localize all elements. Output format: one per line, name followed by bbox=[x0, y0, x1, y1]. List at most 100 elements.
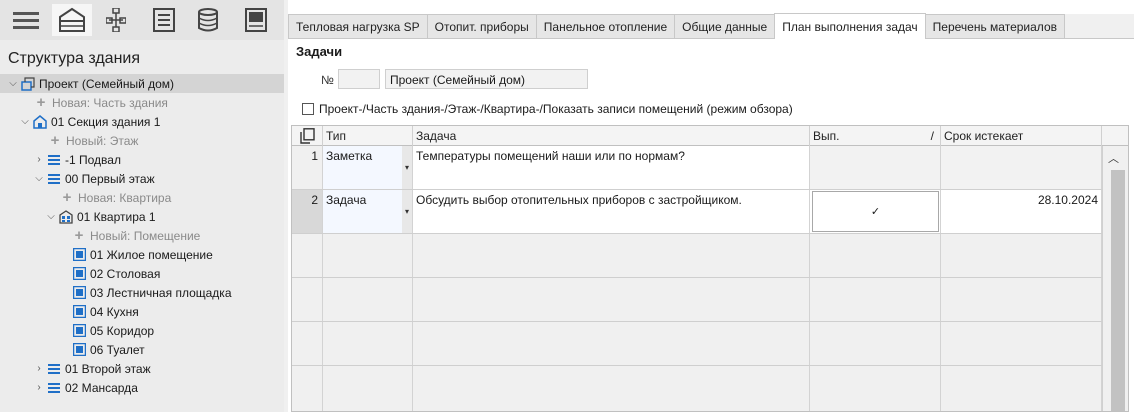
tab-heaters[interactable]: Отопит. приборы bbox=[426, 14, 537, 38]
tab-bar: Тепловая нагрузка SP Отопит. приборы Пан… bbox=[288, 13, 1134, 39]
room-icon bbox=[72, 286, 86, 300]
type-cell bbox=[323, 366, 413, 411]
tree-node-add-floor[interactable]: + Новый: Этаж bbox=[48, 131, 139, 150]
checkmark-icon: ✓ bbox=[870, 206, 881, 218]
tree-node-add-room[interactable]: + Новый: Помещение bbox=[72, 226, 201, 245]
project-field[interactable]: Проект (Семейный дом) bbox=[385, 69, 588, 89]
plus-icon: + bbox=[74, 227, 84, 244]
tree-node-room[interactable]: 01 Жилое помещение bbox=[72, 245, 213, 264]
tree-node-ground-floor[interactable]: ⌵ 00 Первый этаж bbox=[34, 169, 154, 188]
row-number: 1 bbox=[292, 146, 323, 189]
type-cell bbox=[323, 278, 413, 321]
show-records-row: Проект-/Часть здания-/Этаж-/Квартира-/По… bbox=[302, 102, 793, 116]
chevron-up-icon[interactable]: ︿ bbox=[1108, 150, 1119, 166]
project-icon bbox=[21, 76, 35, 91]
tab-panel-heating[interactable]: Панельное отопление bbox=[535, 14, 676, 38]
tree-node-apartment-1[interactable]: ⌵ 01 Квартира 1 bbox=[46, 207, 155, 226]
expand-icon[interactable]: › bbox=[34, 382, 44, 393]
type-cell[interactable]: Задача ▾ bbox=[323, 190, 413, 233]
plus-icon: + bbox=[62, 189, 72, 206]
grid-header: Тип Задача Вып. / Срок истекает bbox=[292, 126, 1128, 146]
due-cell bbox=[941, 278, 1102, 321]
tab-task-plan[interactable]: План выполнения задач bbox=[774, 13, 926, 39]
report-view-button[interactable] bbox=[236, 4, 276, 36]
dropdown-icon[interactable]: ▾ bbox=[402, 190, 412, 233]
row-number bbox=[292, 234, 323, 277]
header-due[interactable]: Срок истекает bbox=[941, 126, 1102, 146]
list-icon bbox=[153, 8, 175, 32]
tree-node-room[interactable]: 04 Кухня bbox=[72, 302, 139, 321]
collapse-icon[interactable]: ⌵ bbox=[8, 78, 18, 89]
number-field[interactable] bbox=[338, 69, 380, 89]
menu-button[interactable] bbox=[6, 4, 46, 36]
collapse-icon[interactable]: ⌵ bbox=[34, 173, 44, 184]
tasks-grid: Тип Задача Вып. / Срок истекает 1 Заметк… bbox=[291, 125, 1129, 412]
tab-general-data[interactable]: Общие данные bbox=[674, 14, 776, 38]
table-row[interactable]: 1 Заметка ▾ Температуры помещений наши и… bbox=[292, 146, 1102, 190]
collapse-icon[interactable]: ⌵ bbox=[20, 116, 30, 127]
tree-node-room[interactable]: 03 Лестничная площадка bbox=[72, 283, 232, 302]
expand-icon[interactable]: › bbox=[34, 363, 44, 374]
network-view-button[interactable] bbox=[96, 4, 136, 36]
tree-node-section-1[interactable]: ⌵ 01 Секция здания 1 bbox=[20, 112, 160, 131]
tree-node-room[interactable]: 02 Столовая bbox=[72, 264, 160, 283]
structure-panel: Структура здания ⌵ Проект (Семейный дом)… bbox=[0, 0, 284, 412]
task-cell[interactable]: Температуры помещений наши или по нормам… bbox=[413, 146, 810, 189]
tree-node-add-building-part[interactable]: + Новая: Часть здания bbox=[34, 93, 168, 112]
database-button[interactable] bbox=[188, 4, 228, 36]
room-icon bbox=[72, 343, 86, 357]
scrollbar-thumb[interactable] bbox=[1111, 170, 1125, 411]
task-cell bbox=[413, 322, 810, 365]
task-cell bbox=[413, 234, 810, 277]
sort-indicator: / bbox=[930, 129, 934, 143]
done-cell[interactable]: ✓ bbox=[810, 190, 941, 233]
done-dropdown[interactable]: ✓ bbox=[812, 191, 939, 232]
tree-node-room[interactable]: 06 Туалет bbox=[72, 340, 145, 359]
tree-node-basement[interactable]: › -1 Подвал bbox=[34, 150, 121, 169]
tree-node-second-floor[interactable]: › 01 Второй этаж bbox=[34, 359, 150, 378]
type-cell[interactable]: Заметка ▾ bbox=[323, 146, 413, 189]
row-number bbox=[292, 366, 323, 411]
due-cell[interactable]: 28.10.2024 bbox=[941, 190, 1102, 233]
dropdown-icon[interactable]: ▾ bbox=[402, 146, 412, 189]
task-cell[interactable]: Обсудить выбор отопительных приборов с з… bbox=[413, 190, 810, 233]
floor-icon bbox=[47, 362, 61, 376]
monitor-icon bbox=[245, 8, 267, 32]
due-cell[interactable] bbox=[941, 146, 1102, 189]
building-section-icon bbox=[33, 114, 47, 129]
plus-icon: + bbox=[50, 132, 60, 149]
type-cell bbox=[323, 322, 413, 365]
copy-rows-button[interactable] bbox=[292, 126, 323, 146]
table-row[interactable]: 2 Задача ▾ Обсудить выбор отопительных п… bbox=[292, 190, 1102, 234]
building-view-button[interactable] bbox=[52, 4, 92, 36]
tree-node-attic[interactable]: › 02 Мансарда bbox=[34, 378, 138, 397]
content-panel: Тепловая нагрузка SP Отопит. приборы Пан… bbox=[288, 0, 1134, 412]
tree-node-project[interactable]: ⌵ Проект (Семейный дом) bbox=[0, 74, 284, 93]
header-type[interactable]: Тип bbox=[323, 126, 413, 146]
tree-node-room[interactable]: 05 Коридор bbox=[72, 321, 154, 340]
done-cell bbox=[810, 322, 941, 365]
task-cell bbox=[413, 366, 810, 411]
room-icon bbox=[72, 267, 86, 281]
due-cell bbox=[941, 322, 1102, 365]
apartment-icon bbox=[59, 209, 73, 224]
list-view-button[interactable] bbox=[144, 4, 184, 36]
tab-materials[interactable]: Перечень материалов bbox=[924, 14, 1065, 38]
floor-icon bbox=[47, 172, 61, 186]
building-icon bbox=[59, 7, 85, 32]
number-label: № bbox=[321, 73, 334, 87]
header-task[interactable]: Задача bbox=[413, 126, 810, 146]
done-cell bbox=[810, 234, 941, 277]
done-cell bbox=[810, 366, 941, 411]
room-icon bbox=[72, 248, 86, 262]
tree-node-add-apartment[interactable]: + Новая: Квартира bbox=[60, 188, 172, 207]
header-done[interactable]: Вып. / bbox=[810, 126, 941, 146]
done-cell[interactable] bbox=[810, 146, 941, 189]
due-cell bbox=[941, 366, 1102, 411]
show-records-checkbox[interactable] bbox=[302, 103, 314, 115]
collapse-icon[interactable]: ⌵ bbox=[46, 211, 56, 222]
expand-icon[interactable]: › bbox=[34, 154, 44, 165]
database-icon bbox=[198, 8, 218, 32]
vertical-scrollbar[interactable]: ︿ bbox=[1102, 146, 1128, 411]
tab-heat-load[interactable]: Тепловая нагрузка SP bbox=[288, 14, 428, 38]
